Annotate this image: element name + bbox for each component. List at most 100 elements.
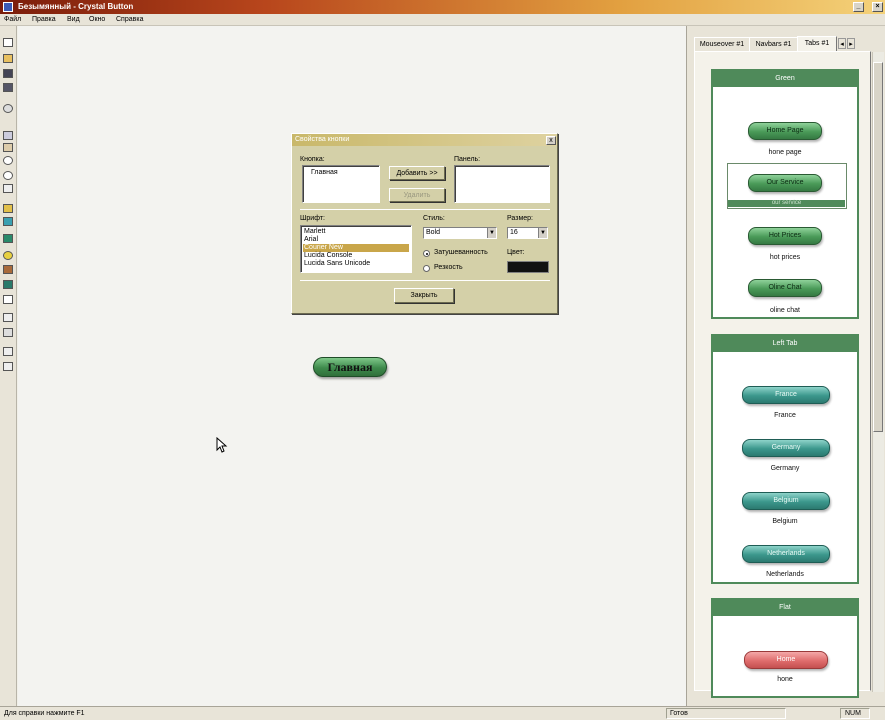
menu-window[interactable]: Окно <box>89 16 105 23</box>
status-bar: Для справки нажмите F1 Готов NUM <box>0 706 885 720</box>
menu-help[interactable]: Справка <box>116 16 143 23</box>
preset-button[interactable]: France <box>742 386 830 404</box>
pointer-icon[interactable] <box>3 184 13 193</box>
close-button[interactable]: × <box>872 2 883 12</box>
status-ready: Готов <box>670 710 688 717</box>
remove-button[interactable]: Удалить <box>389 188 445 202</box>
chart2-icon[interactable] <box>3 313 13 322</box>
new-icon[interactable] <box>3 38 13 47</box>
preset-caption: Netherlands <box>766 571 804 578</box>
font-option[interactable]: Lucida Sans Unicode <box>303 260 409 268</box>
menu-file[interactable]: Файл <box>4 16 21 23</box>
size-value: 16 <box>510 229 518 236</box>
status-cell: NUM <box>840 708 870 719</box>
preset-button[interactable]: Oline Chat <box>748 279 822 297</box>
fill-icon[interactable] <box>3 234 13 243</box>
preset-caption: hot prices <box>769 254 801 261</box>
minimize-button[interactable]: _ <box>853 2 864 12</box>
style-value: Bold <box>426 229 441 236</box>
app-icon <box>3 2 13 12</box>
window-title: Безымянный - Crystal Button <box>18 2 134 11</box>
preset-group-left-tab: Left Tab France France Germany Germany B… <box>711 334 859 584</box>
panel-list[interactable] <box>454 165 550 203</box>
style-select[interactable]: Bold ▼ <box>423 227 497 239</box>
preset-button[interactable]: Hot Prices <box>748 227 822 245</box>
dialog-divider <box>300 209 550 210</box>
color-icon[interactable] <box>3 217 13 226</box>
bulb-icon[interactable] <box>3 251 13 260</box>
font-option[interactable]: Lucida Console <box>303 252 409 260</box>
status-hint: Для справки нажмите F1 <box>4 710 85 717</box>
group-title: Left Tab <box>713 336 857 352</box>
preset-caption: Belgium <box>772 518 798 525</box>
shading-radio[interactable] <box>423 250 430 257</box>
dialog-close-button[interactable]: x <box>546 136 556 145</box>
dialog-divider <box>300 280 550 281</box>
preset-button[interactable]: Home <box>744 651 828 669</box>
preset-button[interactable]: Germany <box>742 439 830 457</box>
save-icon[interactable] <box>3 69 13 78</box>
mouse-cursor-icon <box>216 437 228 453</box>
color-label: Цвет: <box>507 249 525 256</box>
shading-label: Затушеванность <box>434 249 488 256</box>
help-icon[interactable] <box>3 362 13 371</box>
font-option[interactable]: Arial <box>303 236 409 244</box>
preset-caption: hone <box>777 676 793 683</box>
panel-label: Панель: <box>454 156 481 163</box>
scrollbar-thumb[interactable] <box>873 62 883 432</box>
preset-caption: hone page <box>768 149 802 156</box>
tab-scroll-right-icon[interactable]: ▸ <box>847 38 855 49</box>
style-label: Стиль: <box>423 215 445 222</box>
font-option[interactable]: Marlett <box>303 228 409 236</box>
menu-bar: Файл Правка Вид Окно Справка <box>0 14 885 26</box>
sharpness-radio[interactable] <box>423 265 430 272</box>
preset-caption: oline chat <box>770 307 800 314</box>
tab-mouseover[interactable]: Mouseover #1 <box>694 37 750 52</box>
button-list-label: Кнопка: <box>300 156 325 163</box>
chevron-down-icon[interactable]: ▼ <box>538 228 547 238</box>
close-dialog-button[interactable]: Закрыть <box>394 288 454 303</box>
color-swatch[interactable] <box>507 261 549 273</box>
font-label: Шрифт: <box>300 215 325 222</box>
tab-tabs[interactable]: Tabs #1 <box>797 36 837 52</box>
tab-navbars[interactable]: Navbars #1 <box>749 37 798 52</box>
undo-icon[interactable] <box>3 104 13 113</box>
zoom-in-icon[interactable] <box>3 156 13 165</box>
size-label: Размер: <box>507 215 534 222</box>
preset-caption: Germany <box>770 465 800 472</box>
paste-icon[interactable] <box>3 143 13 152</box>
chart-icon[interactable] <box>3 295 13 304</box>
chevron-down-icon[interactable]: ▼ <box>487 228 496 238</box>
save-all-icon[interactable] <box>3 83 13 92</box>
dialog-title: Свойства кнопки <box>292 134 557 146</box>
button-list-item[interactable]: Главная <box>311 169 338 176</box>
open-icon[interactable] <box>3 54 13 63</box>
left-toolbar <box>0 26 17 706</box>
menu-view[interactable]: Вид <box>67 16 80 23</box>
tab-scroll-left-icon[interactable]: ◂ <box>838 38 846 49</box>
layer-icon[interactable] <box>3 265 13 274</box>
preset-button[interactable]: Belgium <box>742 492 830 510</box>
copy-icon[interactable] <box>3 131 13 140</box>
pen-icon[interactable] <box>3 204 13 213</box>
group-title: Green <box>713 71 857 87</box>
preset-group-flat: Flat Home hone <box>711 598 859 698</box>
group-title: Flat <box>713 600 857 616</box>
add-button[interactable]: Добавить >> <box>389 166 445 180</box>
size-select[interactable]: 16 ▼ <box>507 227 548 239</box>
preset-button[interactable]: Home Page <box>748 122 822 140</box>
menu-edit[interactable]: Правка <box>32 16 56 23</box>
home-icon[interactable] <box>3 347 13 356</box>
status-cell: Готов <box>666 708 786 719</box>
font-list[interactable]: Marlett Arial Courier New Lucida Console… <box>300 225 412 273</box>
arrows-icon[interactable] <box>3 328 13 337</box>
button-list[interactable]: Главная <box>302 165 380 203</box>
zoom-out-icon[interactable] <box>3 171 13 180</box>
preset-button[interactable]: Netherlands <box>742 545 830 563</box>
canvas-button-preview[interactable]: Главная <box>313 357 387 377</box>
preset-button-selected[interactable]: Our Service <box>748 174 822 192</box>
preset-group-green: Green Home Page hone page Our Service ou… <box>711 69 859 319</box>
font-option-selected[interactable]: Courier New <box>303 244 409 252</box>
frame-icon[interactable] <box>3 280 13 289</box>
button-properties-dialog: Свойства кнопки x Кнопка: Главная Добави… <box>291 133 558 314</box>
